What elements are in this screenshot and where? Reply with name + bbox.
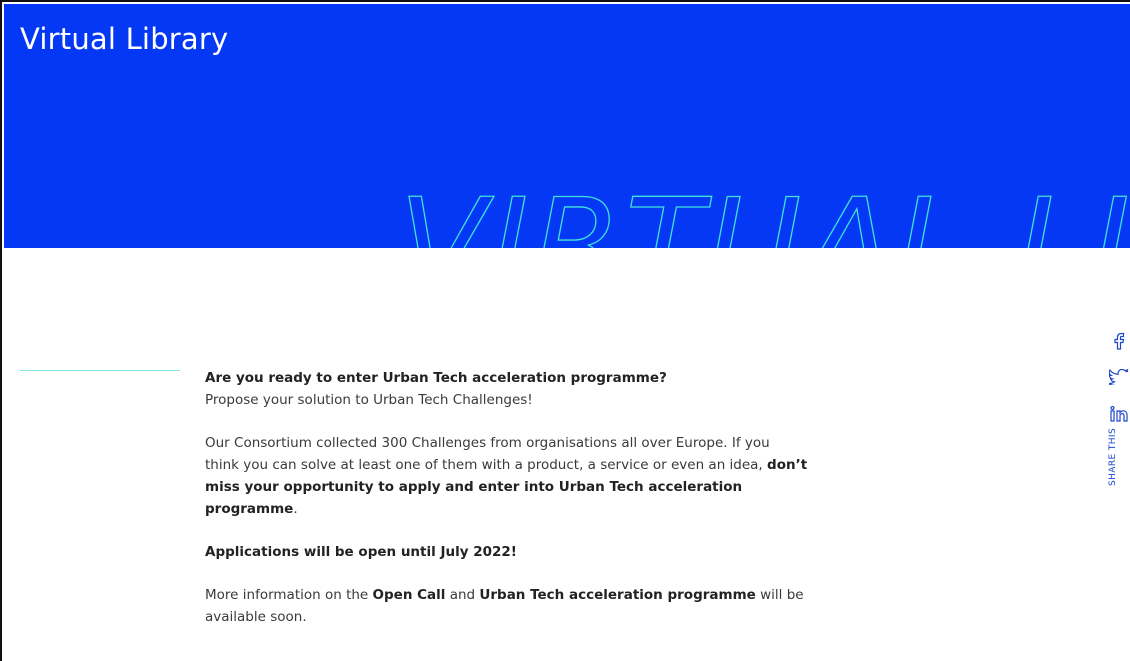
section-divider — [20, 370, 180, 371]
challenges-line-1: Our Consortium collected 300 Challenges … — [205, 435, 770, 451]
challenges-line-2-bold: don’t — [767, 457, 808, 473]
more-info-and: and — [445, 587, 480, 603]
page-frame: Virtual Library VIRTUAL LIBR Are you rea… — [0, 0, 1130, 661]
content-heading: Are you ready to enter Urban Tech accele… — [205, 370, 667, 386]
challenges-line-2-text: think you can solve at least one of them… — [205, 457, 768, 473]
more-info-prefix: More information on the — [205, 587, 373, 603]
linkedin-icon[interactable] — [1106, 406, 1130, 428]
more-info-line-1: More information on the Open Call and Ur… — [205, 584, 815, 606]
more-info-suffix: will be — [755, 587, 804, 603]
main-content: Are you ready to enter Urban Tech accele… — [205, 367, 815, 649]
programme-link[interactable]: Urban Tech acceleration programme — [479, 587, 755, 603]
facebook-icon[interactable] — [1106, 332, 1130, 354]
twitter-icon[interactable] — [1106, 369, 1130, 391]
applications-paragraph: Applications will be open until July 202… — [205, 541, 815, 563]
challenges-paragraph: Our Consortium collected 300 Challenges … — [205, 432, 815, 520]
content-subheading: Propose your solution to Urban Tech Chal… — [205, 392, 533, 408]
challenges-line-3-end: . — [293, 501, 298, 517]
challenges-line-2: think you can solve at least one of them… — [205, 454, 815, 476]
more-info-line-2: available soon. — [205, 609, 307, 625]
intro-paragraph: Are you ready to enter Urban Tech accele… — [205, 367, 815, 411]
hero-outline-text: VIRTUAL LIBR — [398, 171, 1130, 248]
open-call-link[interactable]: Open Call — [373, 587, 446, 603]
more-info-paragraph: More information on the Open Call and Ur… — [205, 584, 815, 628]
hero-banner: Virtual Library VIRTUAL LIBR — [4, 4, 1130, 248]
challenges-line-3-bold: miss your opportunity to apply and enter… — [205, 479, 743, 517]
share-this-label: SHARE THIS — [1108, 427, 1118, 486]
hero-outline-label: VIRTUAL LIBR — [399, 172, 1130, 248]
applications-deadline: Applications will be open until July 202… — [205, 544, 517, 560]
challenges-line-3: miss your opportunity to apply and enter… — [205, 476, 815, 520]
